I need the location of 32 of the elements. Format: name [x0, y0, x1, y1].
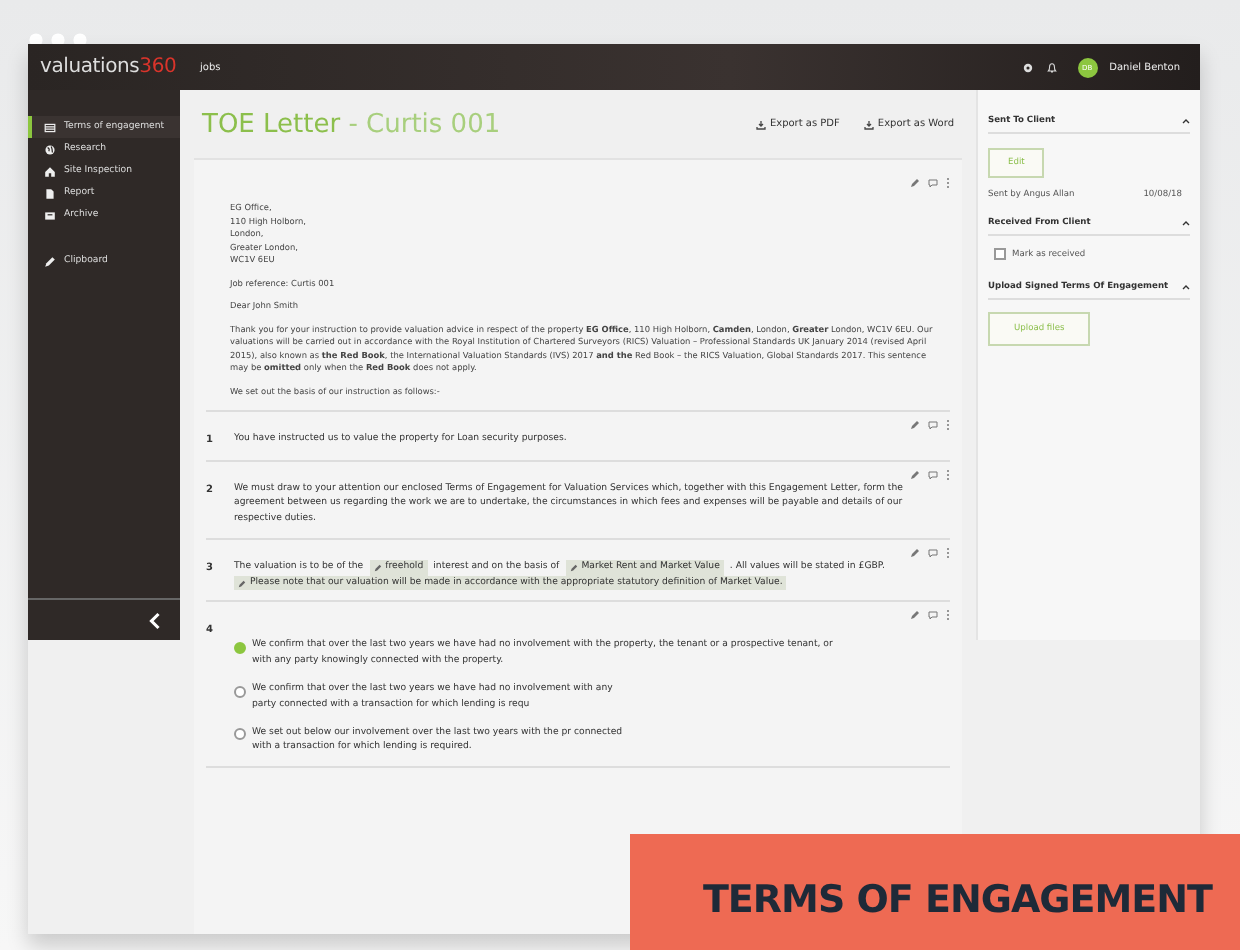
download-icon — [755, 119, 766, 129]
chevron-icon[interactable] — [1182, 220, 1190, 226]
pencil-icon[interactable] — [910, 420, 920, 430]
pencil-icon[interactable] — [910, 610, 920, 621]
comment-icon[interactable] — [928, 547, 938, 558]
pencil-icon[interactable] — [910, 178, 920, 188]
comment-icon[interactable] — [928, 420, 938, 430]
pencil-icon — [44, 255, 56, 267]
collapse-icon[interactable] — [148, 611, 162, 629]
banner: TERMS OF ENGAGEMENT — [630, 834, 1240, 950]
house-icon — [44, 165, 56, 177]
pencil-icon[interactable] — [910, 547, 920, 558]
bell-icon[interactable] — [1045, 61, 1058, 73]
pencil-icon[interactable] — [910, 469, 920, 479]
document-icon — [44, 187, 56, 199]
comment-icon[interactable] — [928, 610, 938, 621]
table-icon — [44, 121, 56, 133]
chevron-icon[interactable] — [1182, 118, 1190, 124]
download-icon — [863, 119, 874, 129]
archive-icon — [44, 209, 56, 221]
comment-icon[interactable] — [928, 469, 938, 479]
chevron-icon[interactable] — [1182, 284, 1190, 290]
radio-button[interactable] — [234, 641, 246, 654]
logo: valuations360 — [40, 56, 179, 78]
radio-button[interactable] — [234, 685, 246, 698]
pencil-icon — [238, 579, 246, 588]
globe-icon — [44, 143, 56, 155]
document-title: TOE Letter - Curtis 001 — [202, 109, 501, 139]
radio-button[interactable] — [234, 728, 246, 741]
settings-icon[interactable] — [1021, 61, 1034, 73]
checkbox[interactable] — [994, 248, 1006, 260]
comment-icon[interactable] — [928, 178, 938, 188]
